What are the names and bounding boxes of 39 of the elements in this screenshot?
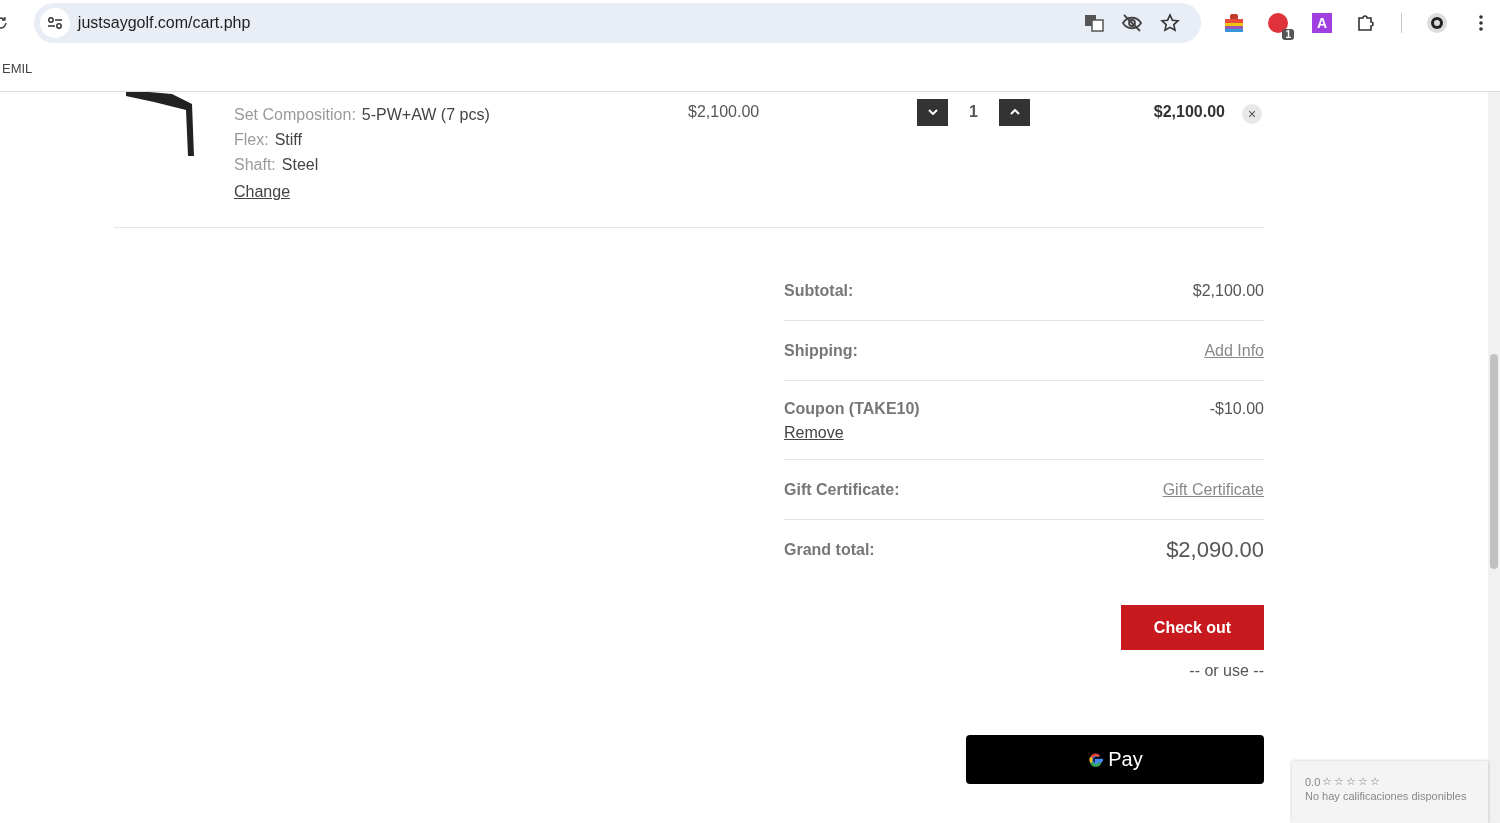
notification-badge: 1 [1282, 29, 1294, 40]
url-text: justsaygolf.com/cart.php [77, 14, 252, 32]
bookmark-link[interactable]: EMIL [2, 61, 33, 76]
remove-coupon-link[interactable]: Remove [784, 424, 920, 442]
grand-total-value: $2,090.00 [1166, 536, 1264, 563]
decrease-button[interactable] [917, 98, 948, 126]
discount-value: -$10.00 [1209, 400, 1264, 418]
option-text: Shaft: Steel [234, 155, 320, 175]
site-settings-icon[interactable] [39, 8, 70, 38]
grand-total-label: Grand total: [784, 540, 875, 559]
star-icon: ☆ [1334, 775, 1345, 788]
unit-price: $2,100.00 [688, 102, 761, 122]
checkout-button[interactable]: Check out [1121, 605, 1264, 650]
line-total: $2,100.00 [1152, 102, 1225, 122]
chevron-up-icon [1009, 109, 1020, 115]
quantity-value: 1 [968, 103, 979, 121]
rating-score: 0.0 [1305, 775, 1321, 788]
google-pay-button[interactable]: Pay [966, 735, 1264, 784]
increase-button[interactable] [999, 98, 1030, 126]
option-text: Flex: Stiff [234, 130, 303, 150]
option-text: Set Composition: 5-PW+AW (7 pcs) [234, 105, 491, 125]
star-icon: ☆ [1358, 775, 1369, 788]
change-link[interactable]: Change [234, 183, 291, 201]
total-value: $2,100.00 [1192, 281, 1264, 300]
or-use-text: -- or use -- [1189, 662, 1264, 680]
star-icon: ☆ [1322, 775, 1333, 788]
total-label: Shipping: [784, 341, 858, 360]
address-bar[interactable]: justsaygolf.com/cart.php [33, 3, 1201, 43]
total-link[interactable]: Gift Certificate [1162, 480, 1264, 499]
g-logo-icon [1087, 750, 1106, 769]
total-label: Subtotal: [784, 281, 854, 300]
coupon-label: Coupon (TAKE10) [784, 400, 920, 418]
chevron-down-icon [927, 109, 938, 115]
star-icon: ☆ [1370, 775, 1381, 788]
total-link[interactable]: Add Info [1204, 341, 1264, 360]
rating-message: No hay calificaciones disponibles [1305, 790, 1468, 802]
total-label: Gift Certificate: [784, 480, 900, 499]
remove-button[interactable]: × [1242, 104, 1262, 124]
star-icon: ☆ [1346, 775, 1357, 788]
